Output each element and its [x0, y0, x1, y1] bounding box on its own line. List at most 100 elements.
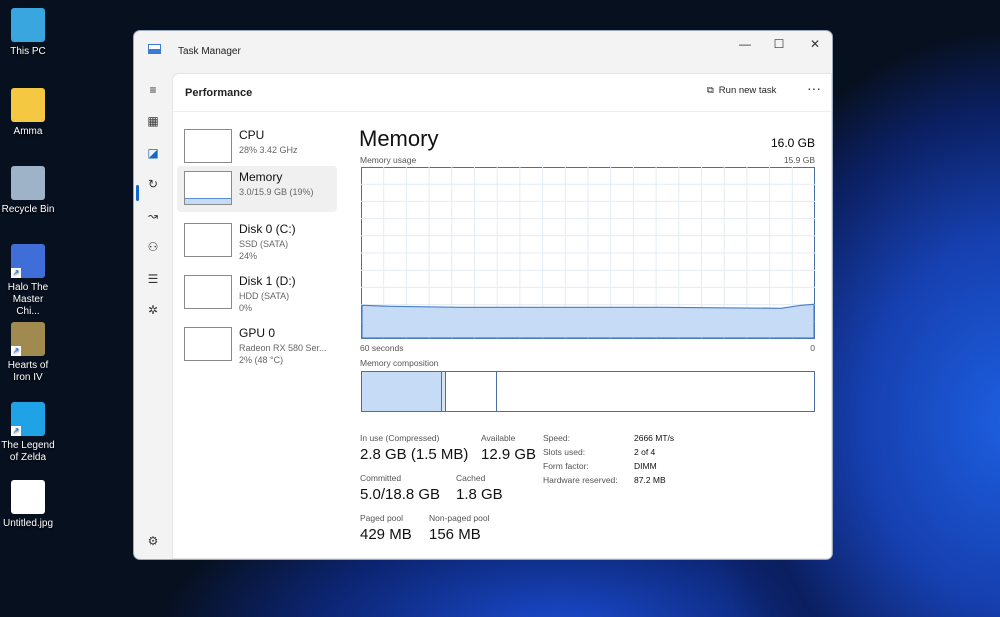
detail-key: Hardware reserved: [543, 475, 618, 485]
services-icon[interactable]: ✲ [144, 301, 162, 319]
time-axis-right: 0 [810, 343, 815, 353]
close-button[interactable]: ✕ [800, 37, 830, 51]
task-manager-window: Task Manager — ☐ ✕ ≡ ▦ ◪ ↻ ↝ ⚇ ☰ ✲ ⚙ Per… [133, 30, 833, 560]
desktop-icon[interactable]: ↗ The Legend of Zelda [0, 402, 56, 464]
paged-pool-label: Paged pool [360, 513, 404, 523]
memory-composition-bar [361, 371, 815, 412]
desktop-icon[interactable]: This PC [0, 8, 56, 58]
detail-value: 2666 MT/s [634, 433, 675, 443]
available-label: Available [481, 433, 516, 443]
device-detail-2: 2% (48 °C) [239, 355, 284, 365]
memory-usage-max: 15.9 GB [783, 155, 815, 165]
settings-icon[interactable]: ⚙ [144, 532, 162, 550]
title-bar: Task Manager — ☐ ✕ [134, 31, 832, 71]
device-item-gpu-0[interactable]: GPU 0 Radeon RX 580 Ser... 2% (48 °C) [177, 322, 337, 368]
page-title: Performance [185, 87, 253, 99]
device-item-memory[interactable]: Memory 3.0/15.9 GB (19%) [177, 166, 337, 212]
in-use-label: In use (Compressed) [360, 433, 440, 443]
standby-segment [445, 372, 497, 411]
memory-total: 16.0 GB [770, 136, 815, 150]
device-item-cpu[interactable]: CPU 28% 3.42 GHz [177, 124, 337, 170]
device-thumbnail-graph [184, 223, 232, 257]
page-header: Performance ⧉ Run new task ··· [173, 74, 831, 112]
available-value: 12.9 GB [481, 446, 537, 463]
desktop-icon-label: Hearts of Iron IV [7, 360, 49, 383]
desktop-icon-image [11, 8, 45, 42]
free-segment [497, 372, 814, 411]
desktop-icon-image: ↗ [11, 322, 45, 356]
run-task-icon: ⧉ [707, 85, 714, 96]
non-paged-pool-value: 156 MB [429, 526, 481, 543]
committed-label: Committed [360, 473, 402, 483]
device-name: GPU 0 [239, 326, 276, 340]
detail-value: 2 of 4 [634, 447, 656, 457]
app-history-icon[interactable]: ↻ [144, 175, 162, 193]
details-icon[interactable]: ☰ [144, 270, 162, 288]
cached-value: 1.8 GB [456, 486, 503, 503]
desktop-icon-label: Halo The Master Chi... [7, 282, 49, 317]
desktop-icon-image: ↗ [11, 402, 45, 436]
device-thumbnail-graph [184, 171, 232, 205]
device-thumbnail-graph [184, 129, 232, 163]
device-thumbnail-graph [184, 327, 232, 361]
desktop-icon[interactable]: Amma [0, 88, 56, 138]
nav-rail: ≡ ▦ ◪ ↻ ↝ ⚇ ☰ ✲ ⚙ [134, 71, 171, 559]
desktop-icon[interactable]: Untitled.jpg [0, 480, 56, 530]
run-new-task-label: Run new task [718, 85, 777, 96]
desktop-icon[interactable]: Recycle Bin [0, 166, 56, 216]
shortcut-arrow-icon: ↗ [11, 268, 21, 278]
more-options-button[interactable]: ··· [807, 80, 821, 96]
device-detail: Radeon RX 580 Ser... [239, 343, 327, 353]
memory-title: Memory [359, 126, 439, 151]
memory-usage-graph [361, 167, 815, 339]
window-title: Task Manager [178, 46, 241, 57]
device-thumbnail-graph [184, 275, 232, 309]
device-detail: 3.0/15.9 GB (19%) [239, 187, 314, 197]
desktop-icon-label: Recycle Bin [1, 204, 55, 215]
cached-label: Cached [456, 473, 486, 483]
committed-value: 5.0/18.8 GB [360, 486, 441, 503]
maximize-button[interactable]: ☐ [764, 37, 794, 51]
shortcut-arrow-icon: ↗ [11, 346, 21, 356]
detail-key: Form factor: [543, 461, 589, 471]
device-detail-2: 24% [239, 251, 258, 261]
device-detail: 28% 3.42 GHz [239, 145, 298, 155]
run-new-task-button[interactable]: ⧉ Run new task [707, 85, 776, 96]
non-paged-pool-label: Non-paged pool [429, 513, 490, 523]
detail-value: 87.2 MB [634, 475, 666, 485]
device-name: Disk 0 (C:) [239, 222, 296, 236]
device-item-disk-0-c[interactable]: Disk 0 (C:) SSD (SATA) 24% [177, 218, 337, 264]
performance-icon[interactable]: ◪ [144, 144, 162, 162]
minimize-button[interactable]: — [730, 37, 760, 51]
paged-pool-value: 429 MB [360, 526, 412, 543]
detail-value: DIMM [634, 461, 657, 471]
memory-composition-label: Memory composition [360, 358, 439, 368]
desktop-icon-image: ↗ [11, 244, 45, 278]
users-icon[interactable]: ⚇ [144, 238, 162, 256]
desktop-icon-image [11, 480, 45, 514]
startup-apps-icon[interactable]: ↝ [144, 207, 162, 225]
in-use-segment [362, 372, 442, 411]
hamburger-menu-icon[interactable]: ≡ [144, 81, 162, 99]
desktop-icon[interactable]: ↗ Halo The Master Chi... [0, 244, 56, 318]
processes-icon[interactable]: ▦ [144, 112, 162, 130]
detail-key: Speed: [543, 433, 570, 443]
shortcut-arrow-icon: ↗ [11, 426, 21, 436]
desktop-icon-image [11, 166, 45, 200]
nav-selection-indicator [136, 185, 139, 201]
device-name: Memory [239, 170, 283, 184]
memory-usage-label: Memory usage [360, 155, 417, 165]
device-name: Disk 1 (D:) [239, 274, 296, 288]
desktop-icon-image [11, 88, 45, 122]
desktop-icon-label: Amma [13, 126, 43, 137]
desktop-icon[interactable]: ↗ Hearts of Iron IV [0, 322, 56, 384]
desktop-icon-label: Untitled.jpg [2, 518, 54, 529]
device-item-disk-1-d[interactable]: Disk 1 (D:) HDD (SATA) 0% [177, 270, 337, 316]
device-detail-2: 0% [239, 303, 253, 313]
task-manager-icon [148, 44, 161, 54]
desktop-icon-label: The Legend of Zelda [1, 440, 55, 463]
device-name: CPU [239, 128, 265, 142]
detail-key: Slots used: [543, 447, 586, 457]
desktop-icon-label: This PC [10, 46, 46, 57]
in-use-value: 2.8 GB (1.5 MB) [360, 446, 469, 463]
